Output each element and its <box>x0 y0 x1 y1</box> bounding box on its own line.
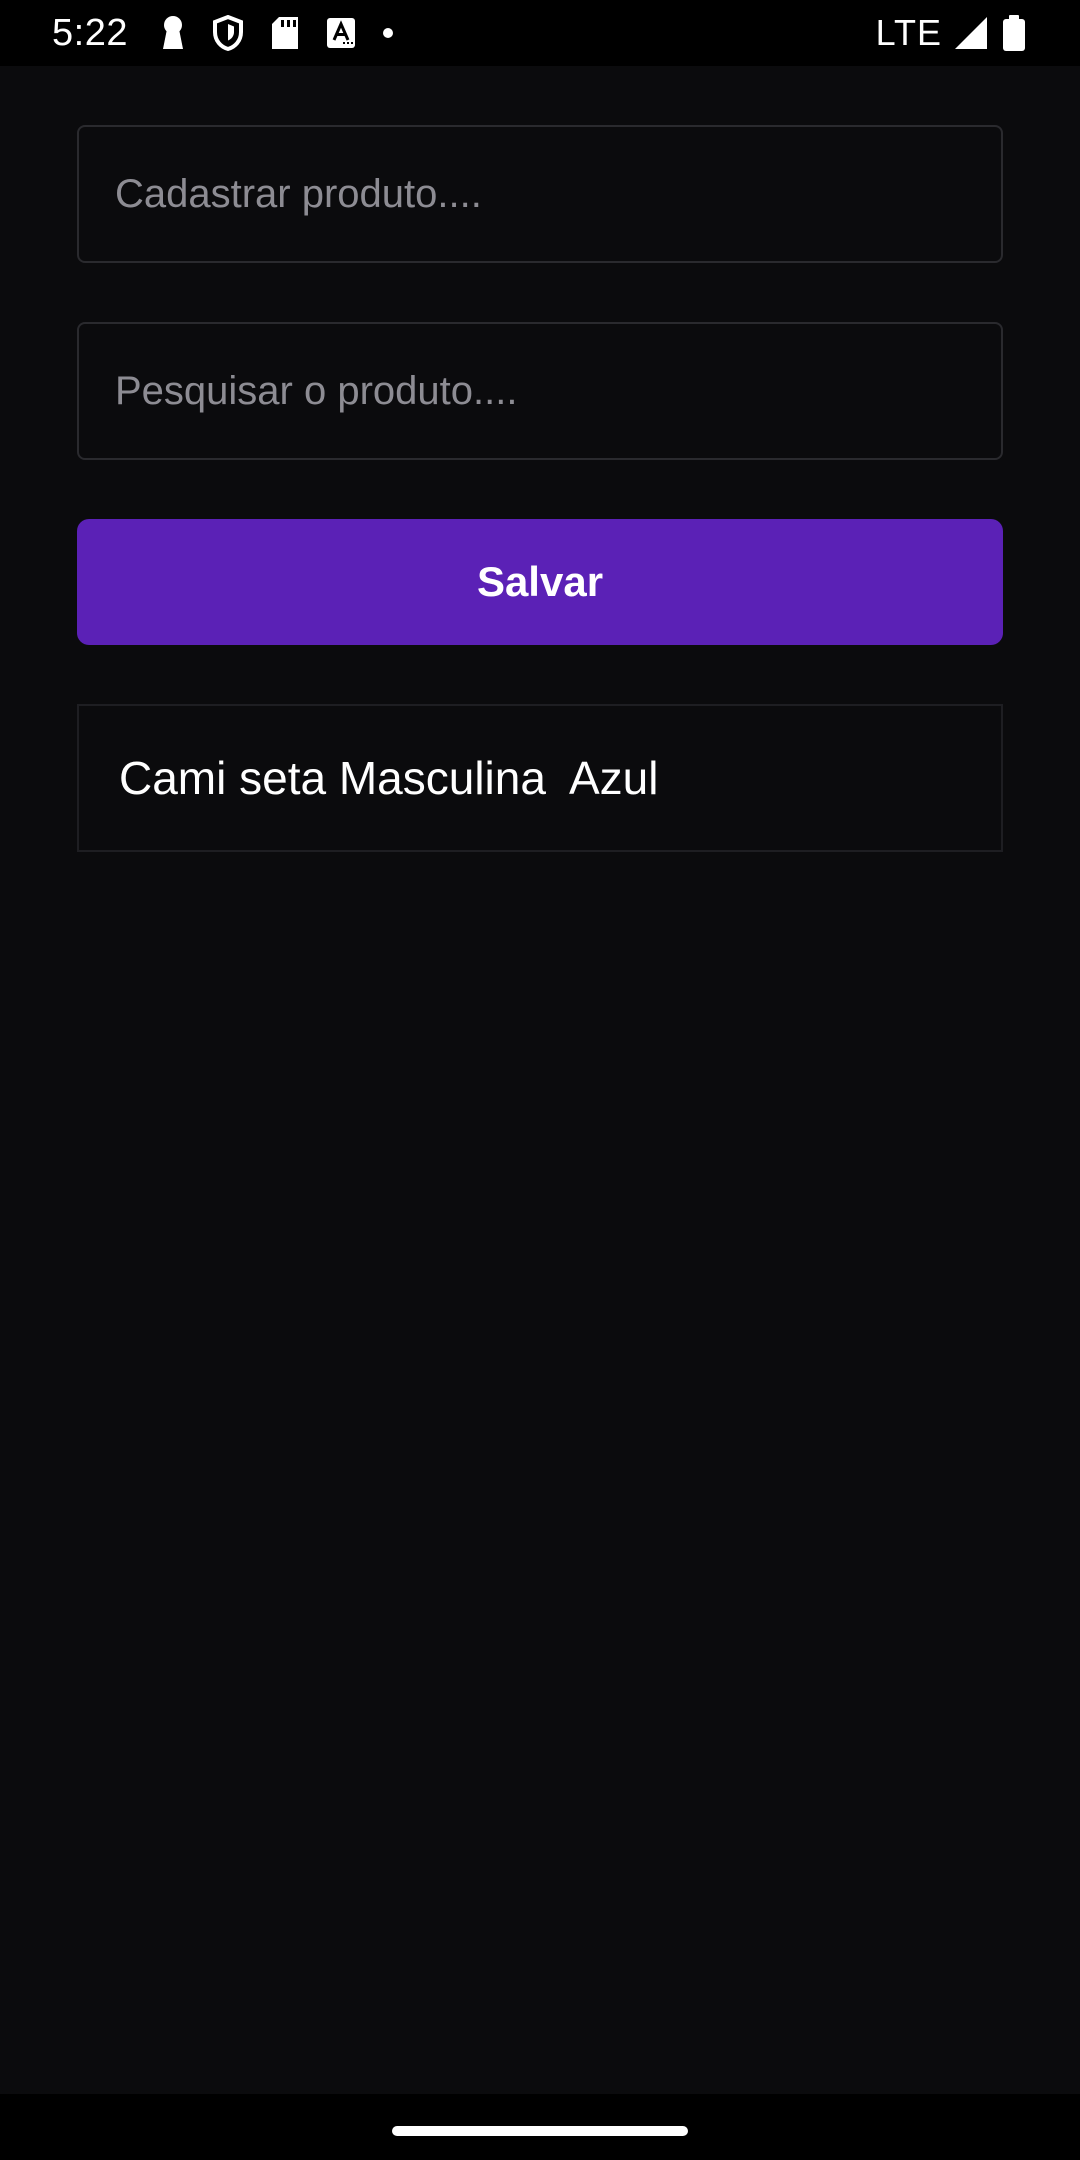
product-search-input[interactable] <box>77 322 1003 460</box>
notification-icons <box>160 15 394 51</box>
navigation-bar <box>0 2094 1080 2160</box>
dot-icon <box>382 27 394 39</box>
shield-icon <box>212 15 244 51</box>
save-button[interactable]: Salvar <box>77 519 1003 645</box>
signal-icon <box>954 16 988 50</box>
product-list: Cami seta Masculina Azul <box>77 704 1003 852</box>
list-item-label: Cami seta Masculina Azul <box>119 752 659 804</box>
font-icon <box>326 17 356 49</box>
status-right: LTE <box>876 12 1028 54</box>
list-item[interactable]: Cami seta Masculina Azul <box>77 704 1003 852</box>
status-bar: 5:22 LTE <box>0 0 1080 66</box>
status-time: 5:22 <box>52 11 128 54</box>
app-screen: 5:22 LTE Cadastrar produto.... Pesquisar… <box>0 0 1080 2160</box>
keyhole-icon <box>160 15 186 51</box>
network-type: LTE <box>875 12 942 53</box>
battery-icon <box>1000 14 1028 52</box>
sd-card-icon <box>270 16 300 50</box>
home-indicator[interactable] <box>392 2126 688 2136</box>
main-content: Salvar Cami seta Masculina Azul <box>77 125 1003 852</box>
product-name-input[interactable] <box>77 125 1003 263</box>
